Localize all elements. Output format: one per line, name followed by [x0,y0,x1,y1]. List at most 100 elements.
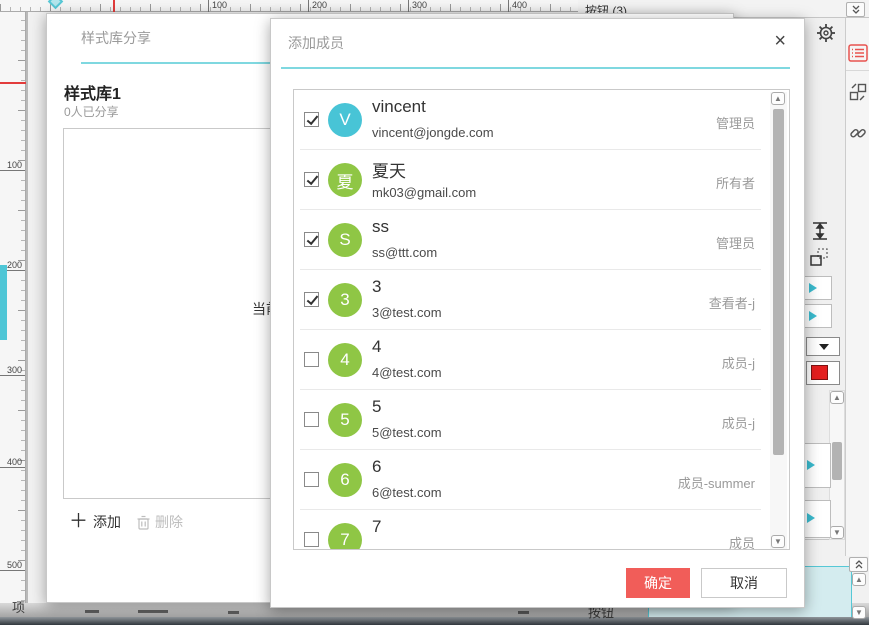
member-row[interactable]: S ss ss@ttt.com 管理员 [294,210,789,270]
member-name: 6 [372,457,382,476]
group-icon[interactable] [807,246,831,270]
play-icon [807,460,815,470]
trash-icon [137,515,150,530]
avatar: V [328,103,362,137]
panel-scrollbar[interactable]: ▲ ▼ [829,390,845,540]
member-email: 3@test.com [372,305,442,320]
add-member-modal: 添加成员 × V vincent vincent@jongde.com 管理员 … [270,18,805,608]
red-color-swatch [811,365,828,380]
member-email: vincent@jongde.com [372,125,494,140]
member-name: vincent [372,97,426,116]
member-role: 所有者 [715,176,755,191]
member-name: 3 [372,277,382,296]
scrollbar-thumb[interactable] [773,109,784,455]
member-role: 成员-summer [677,476,755,491]
member-row[interactable]: 3 3 3@test.com 查看者-j [294,270,789,330]
chevron-double-up-icon[interactable] [849,557,868,572]
chevron-down-icon [819,344,829,350]
member-row[interactable]: 夏 夏天 mk03@gmail.com 所有者 [294,150,789,210]
statusbar-mark [518,611,529,614]
member-checkbox[interactable] [304,232,319,247]
scroll-up-icon[interactable]: ▲ [852,573,866,586]
member-row[interactable]: 4 4 4@test.com 成员-j [294,330,789,390]
scroll-up-icon[interactable]: ▲ [771,92,785,105]
delete-button[interactable]: 删除 [137,512,183,532]
member-name: 5 [372,397,382,416]
member-row[interactable]: 7 7 成员 [294,510,789,550]
member-list-scrollbar[interactable]: ▲ ▼ [770,92,787,549]
member-email: 5@test.com [372,425,442,440]
member-checkbox[interactable] [304,172,319,187]
member-name: 夏天 [372,162,406,181]
play-icon [807,513,815,523]
statusbar-mark [228,611,239,614]
close-icon[interactable]: × [774,31,786,51]
avatar: 7 [328,523,362,549]
ruler-origin-marker-horizontal [0,82,26,84]
statusbar-mark [138,610,168,613]
style-list-icon[interactable] [848,44,868,62]
add-label: 添加 [93,514,122,530]
confirm-button[interactable]: 确定 [626,568,690,598]
member-role: 查看者-j [708,296,755,311]
avatar: S [328,223,362,257]
scroll-down-icon[interactable]: ▼ [852,606,866,619]
member-row[interactable]: 6 6 6@test.com 成员-summer [294,450,789,510]
member-row[interactable]: 5 5 5@test.com 成员-j [294,390,789,450]
play-icon [809,283,817,293]
add-button[interactable]: ＋ 添加 [69,512,121,532]
avatar: 4 [328,343,362,377]
member-name: 4 [372,337,382,356]
member-email: 4@test.com [372,365,442,380]
member-role: 成员-j [721,416,755,431]
member-name: ss [372,217,389,236]
plus-icon: ＋ [69,511,89,532]
play-icon [809,311,817,321]
color-swatch-button[interactable] [806,361,840,385]
status-left-label: 项 [12,600,26,615]
chevron-double-down-icon[interactable] [846,2,865,17]
link-icon[interactable] [849,124,867,142]
member-role: 成员-j [721,356,755,371]
cancel-button[interactable]: 取消 [701,568,787,598]
member-role: 管理员 [715,236,755,251]
member-email: 6@test.com [372,485,442,500]
member-checkbox[interactable] [304,352,319,367]
member-email: mk03@gmail.com [372,185,477,200]
member-row[interactable]: V vincent vincent@jongde.com 管理员 [294,90,789,150]
member-role: 成员 [728,536,755,550]
member-checkbox[interactable] [304,112,319,127]
status-bar-dark-strip [0,617,869,625]
right-toolbar [845,18,869,556]
avatar: 3 [328,283,362,317]
member-checkbox[interactable] [304,532,319,547]
scroll-down-icon[interactable]: ▼ [771,535,785,548]
canvas-page-edge [26,12,28,603]
ruler-horizontal: 100 200 300 400 [0,0,578,12]
vertical-spacing-icon[interactable] [809,220,831,242]
member-role: 管理员 [715,116,755,131]
modal-title: 添加成员 [288,35,344,51]
library-name: 样式库1 [64,86,121,103]
properties-panel-strip: ▲ ▼ [798,18,845,540]
member-email: ss@ttt.com [372,245,438,260]
avatar: 5 [328,403,362,437]
scroll-up-icon[interactable]: ▲ [830,391,844,404]
gear-icon[interactable] [816,23,836,43]
component-icon[interactable] [848,82,868,102]
member-checkbox[interactable] [304,472,319,487]
member-checkbox[interactable] [304,412,319,427]
ruler-origin-marker-vertical [113,0,115,12]
dialog-title: 样式库分享 [81,30,151,46]
delete-label: 删除 [155,514,183,530]
scroll-down-icon[interactable]: ▼ [830,526,844,539]
collapse-left-arrow-icon[interactable] [0,297,7,309]
divider [281,67,790,69]
statusbar-mark [85,610,99,613]
share-count: 0人已分享 [64,105,119,119]
scrollbar-thumb[interactable] [832,442,842,480]
member-list: V vincent vincent@jongde.com 管理员 夏 夏天 mk… [293,89,790,550]
avatar: 夏 [328,163,362,197]
member-checkbox[interactable] [304,292,319,307]
dropdown-button[interactable] [806,337,840,356]
